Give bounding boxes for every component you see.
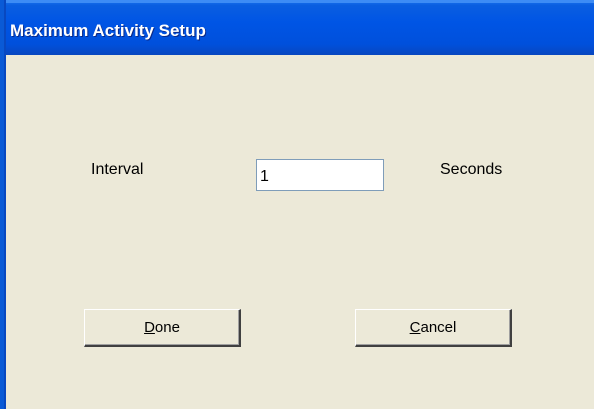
cancel-button-label: ancel: [420, 319, 457, 336]
interval-label: Interval: [91, 161, 144, 178]
interval-input[interactable]: [256, 159, 384, 191]
dialog-body: [6, 55, 594, 409]
title-bar-highlight: [0, 0, 594, 3]
seconds-label: Seconds: [440, 161, 503, 178]
title-bar[interactable]: Maximum Activity Setup: [0, 0, 594, 55]
done-button-mnemonic: D: [144, 319, 155, 336]
done-button[interactable]: Done: [84, 309, 241, 347]
done-button-label: one: [154, 319, 180, 336]
cancel-button-mnemonic: C: [409, 319, 421, 336]
dialog-window: Maximum Activity Setup Interval Seconds …: [0, 0, 594, 409]
window-title: Maximum Activity Setup: [10, 21, 206, 40]
cancel-button[interactable]: Cancel: [355, 309, 512, 347]
